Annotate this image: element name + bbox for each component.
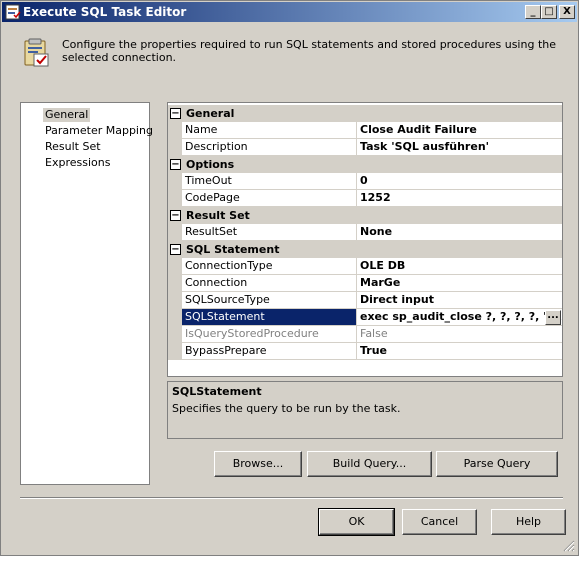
property-row-bypassprepare[interactable]: BypassPrepare True — [168, 343, 562, 360]
property-value[interactable]: Close Audit Failure — [357, 122, 562, 139]
property-row-sqlsourcetype[interactable]: SQLSourceType Direct input — [168, 292, 562, 309]
category-options[interactable]: − Options — [168, 156, 562, 173]
category-label: Options — [186, 158, 235, 171]
property-value[interactable]: MarGe — [357, 275, 562, 292]
property-name: ResultSet — [182, 224, 357, 241]
property-value[interactable]: OLE DB — [357, 258, 562, 275]
collapse-icon[interactable]: − — [170, 244, 181, 255]
window-title: Execute SQL Task Editor — [23, 5, 187, 19]
property-name: Connection — [182, 275, 357, 292]
nav-item-expressions[interactable]: Expressions — [43, 156, 112, 170]
category-sql-statement[interactable]: − SQL Statement — [168, 241, 562, 258]
property-name: TimeOut — [182, 173, 357, 190]
maximize-button[interactable]: □ — [541, 5, 557, 19]
property-name: Description — [182, 139, 357, 156]
description-text: Specifies the query to be run by the tas… — [172, 402, 401, 415]
sqlstatement-ellipsis-button[interactable]: ... — [545, 310, 561, 325]
property-value[interactable]: None — [357, 224, 562, 241]
minimize-button[interactable]: _ — [525, 5, 541, 19]
property-name: CodePage — [182, 190, 357, 207]
browse-button[interactable]: Browse... — [214, 451, 302, 477]
property-value[interactable]: 1252 — [357, 190, 562, 207]
help-button[interactable]: Help — [491, 509, 566, 535]
header-description: Configure the properties required to run… — [62, 38, 556, 64]
property-value[interactable]: Direct input — [357, 292, 562, 309]
collapse-icon[interactable]: − — [170, 159, 181, 170]
property-row-resultset[interactable]: ResultSet None — [168, 224, 562, 241]
build-query-button[interactable]: Build Query... — [307, 451, 432, 477]
property-value[interactable]: 0 — [357, 173, 562, 190]
property-row-timeout[interactable]: TimeOut 0 — [168, 173, 562, 190]
cancel-button[interactable]: Cancel — [402, 509, 477, 535]
app-icon — [5, 4, 21, 20]
property-name: ConnectionType — [182, 258, 357, 275]
close-button[interactable]: X — [559, 5, 575, 19]
property-name: IsQueryStoredProcedure — [182, 326, 357, 343]
property-row-name[interactable]: Name Close Audit Failure — [168, 122, 562, 139]
nav-panel: General Parameter Mapping Result Set Exp… — [20, 102, 153, 485]
property-row-description[interactable]: Description Task 'SQL ausführen' — [168, 139, 562, 156]
property-name: SQLSourceType — [182, 292, 357, 309]
category-general[interactable]: − General — [168, 105, 562, 122]
task-clipboard-icon — [24, 38, 49, 67]
property-description-panel: SQLStatement Specifies the query to be r… — [167, 381, 563, 439]
category-label: General — [186, 107, 235, 120]
property-value[interactable]: True — [357, 343, 562, 360]
property-row-codepage[interactable]: CodePage 1252 — [168, 190, 562, 207]
property-value: False — [357, 326, 562, 343]
nav-item-result-set[interactable]: Result Set — [43, 140, 103, 154]
property-name: BypassPrepare — [182, 343, 357, 360]
property-value[interactable]: Task 'SQL ausführen' — [357, 139, 562, 156]
property-row-isquerystoredprocedure[interactable]: IsQueryStoredProcedure False — [168, 326, 562, 343]
ok-button[interactable]: OK — [318, 508, 395, 536]
category-label: SQL Statement — [186, 243, 280, 256]
category-label: Result Set — [186, 209, 250, 222]
nav-item-parameter-mapping[interactable]: Parameter Mapping — [43, 124, 155, 138]
nav-item-general[interactable]: General — [43, 108, 91, 122]
property-row-connection[interactable]: Connection MarGe — [168, 275, 562, 292]
collapse-icon[interactable]: − — [170, 210, 181, 221]
property-name: Name — [182, 122, 357, 139]
parse-query-button[interactable]: Parse Query — [436, 451, 558, 477]
property-value: exec sp_audit_close ?, ?, ?, ?, 'FA — [360, 310, 562, 323]
collapse-icon[interactable]: − — [170, 108, 181, 119]
property-grid: − General Name Close Audit Failure Descr… — [167, 102, 563, 377]
sqlstatement-value-field[interactable]: exec sp_audit_close ?, ?, ?, ?, 'FA ... — [357, 309, 562, 326]
execute-sql-task-editor-window: Execute SQL Task Editor _ □ X Configure … — [0, 0, 579, 556]
resize-grip-icon[interactable] — [563, 540, 575, 552]
description-title: SQLStatement — [172, 385, 262, 398]
property-row-sqlstatement[interactable]: SQLStatement exec sp_audit_close ?, ?, ?… — [168, 309, 562, 326]
property-name: SQLStatement — [182, 309, 357, 326]
property-row-connectiontype[interactable]: ConnectionType OLE DB — [168, 258, 562, 275]
category-result-set[interactable]: − Result Set — [168, 207, 562, 224]
footer-separator — [20, 497, 563, 499]
title-bar[interactable]: Execute SQL Task Editor _ □ X — [2, 2, 577, 22]
